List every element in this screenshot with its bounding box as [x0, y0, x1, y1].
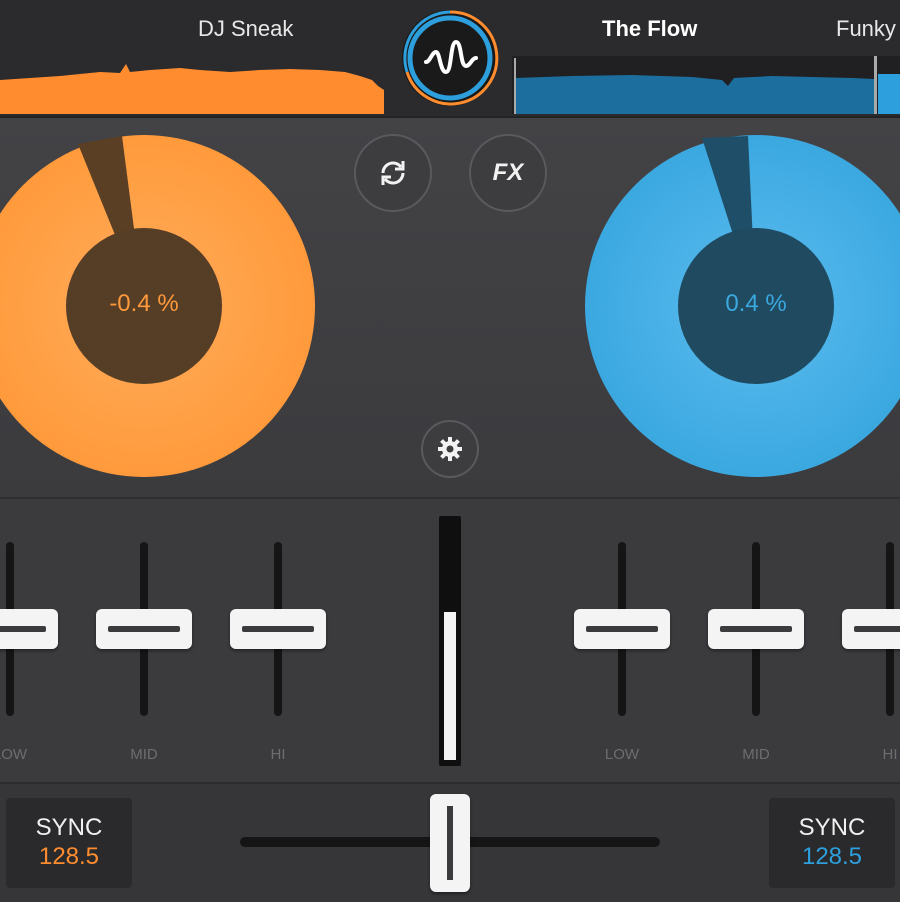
- loop-sync-icon: [375, 155, 411, 191]
- deck-b-artist: Funky: [836, 16, 896, 42]
- deck-a-eq-mid-slider[interactable]: [96, 609, 192, 649]
- fx-label: FX: [493, 159, 524, 187]
- deck-b-eq-mid-slider[interactable]: [708, 609, 804, 649]
- deck-b-sync-label: SYNC: [799, 814, 866, 842]
- deck-a-sync-label: SYNC: [36, 814, 103, 842]
- crossfader-handle-grip: [447, 806, 453, 880]
- deck-b-sync-button[interactable]: SYNC 128.5: [769, 798, 895, 888]
- deck-b-pitch: 0.4 %: [676, 290, 836, 318]
- deck-b-title: The Flow: [602, 16, 697, 42]
- deck-a-pitch: -0.4 %: [64, 290, 224, 318]
- deck-a-eq-mid-label: MID: [114, 746, 174, 763]
- level-meter[interactable]: [439, 516, 461, 766]
- deck-a-eq-low-label: LOW: [0, 746, 40, 763]
- deck-b-eq-hi-slider[interactable]: [842, 609, 900, 649]
- deck-a-artist: DJ Sneak: [198, 16, 293, 42]
- deck-a-bpm: 128.5: [39, 842, 99, 872]
- level-meter-fill: [444, 612, 456, 760]
- top-bar: I DJ Sneak The Flow Funky: [0, 0, 900, 118]
- deck-b-eq-hi-label: HI: [860, 746, 900, 763]
- settings-button[interactable]: [421, 420, 479, 478]
- crossfader-handle[interactable]: [430, 794, 470, 892]
- deck-a-eq-hi-slider[interactable]: [230, 609, 326, 649]
- deck-a-sync-button[interactable]: SYNC 128.5: [6, 798, 132, 888]
- deck-b-eq-low-label: LOW: [592, 746, 652, 763]
- fx-button[interactable]: FX: [469, 134, 547, 212]
- gear-icon: [437, 436, 463, 462]
- deck-b-eq-low-slider[interactable]: [574, 609, 670, 649]
- waveform-logo-icon[interactable]: [398, 6, 502, 110]
- loop-sync-button[interactable]: [354, 134, 432, 212]
- deck-b-waveform[interactable]: [512, 56, 900, 114]
- deck-b-eq-mid-label: MID: [726, 746, 786, 763]
- deck-a-waveform[interactable]: [0, 60, 384, 114]
- deck-a-eq-hi-label: HI: [248, 746, 308, 763]
- deck-b-bpm: 128.5: [802, 842, 862, 872]
- deck-a-eq-low-slider[interactable]: [0, 609, 58, 649]
